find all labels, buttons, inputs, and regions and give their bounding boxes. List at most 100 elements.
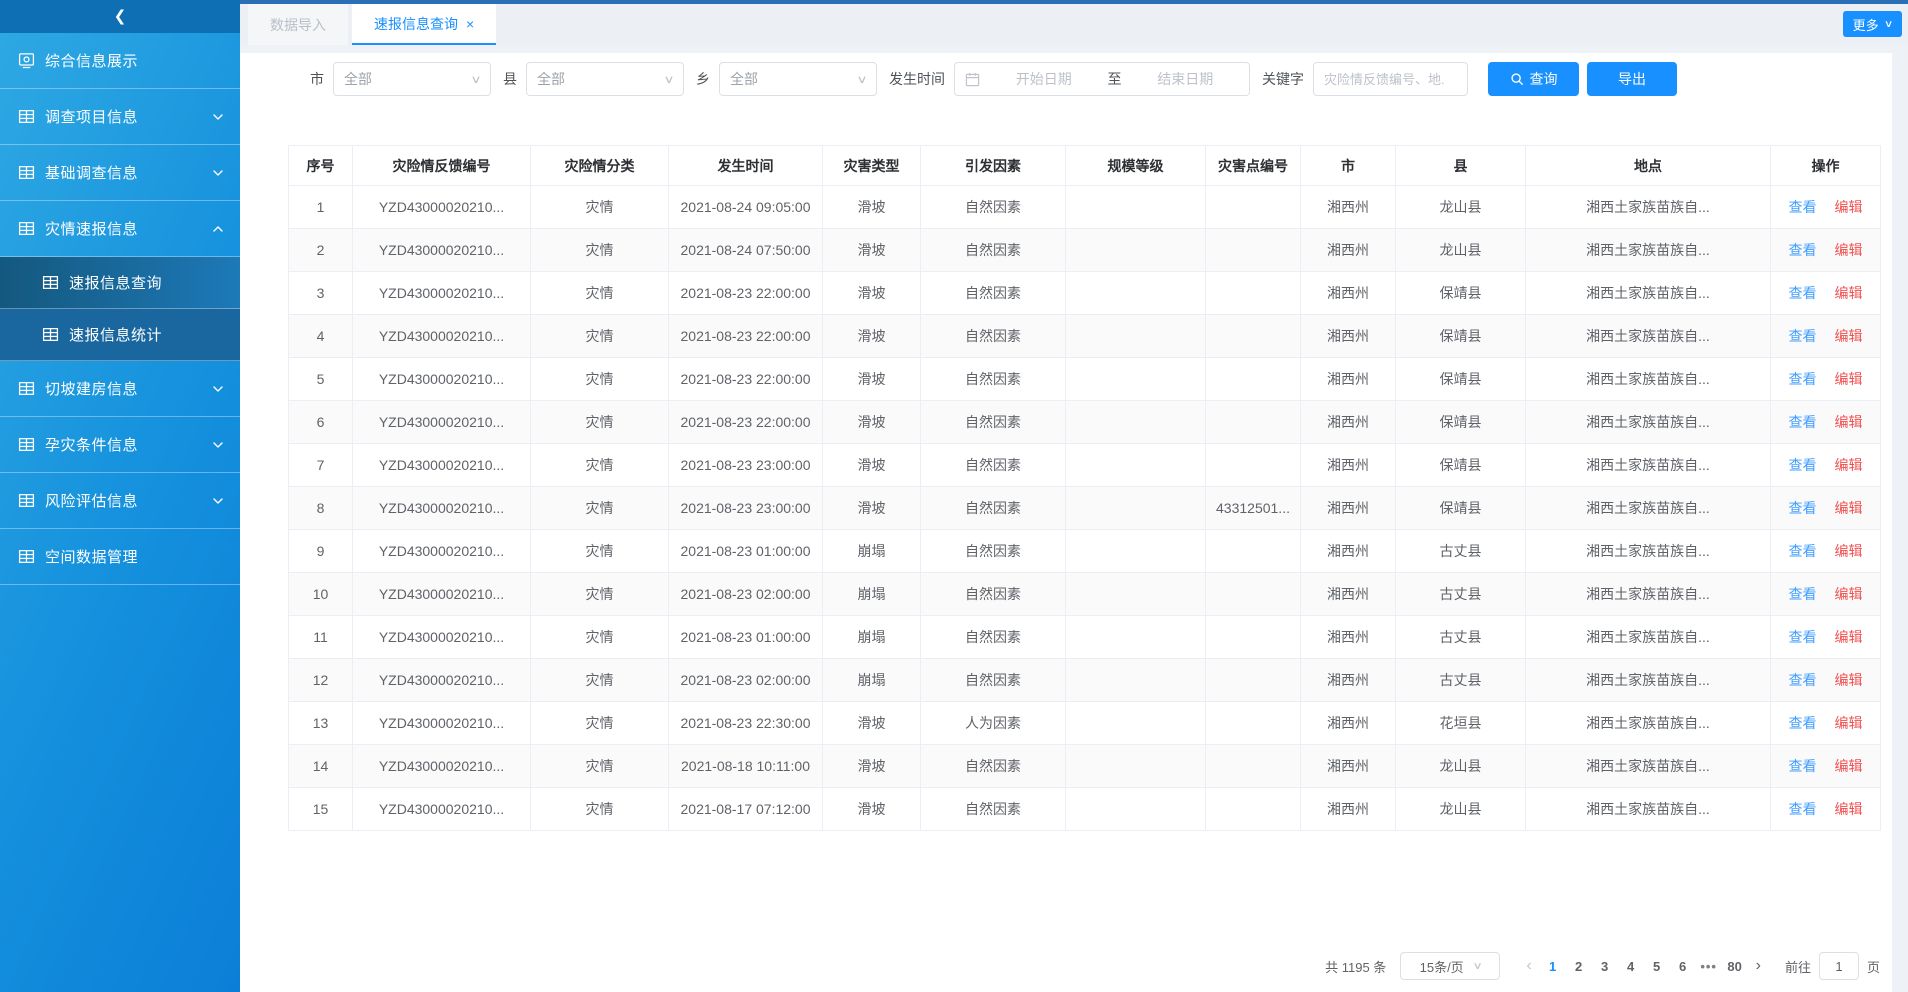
county-select-value: 全部	[537, 69, 565, 89]
column-header: 灾害类型	[823, 146, 921, 186]
sidebar-item[interactable]: 综合信息展示	[0, 33, 240, 89]
cell-actions: 查看 编辑	[1771, 659, 1881, 702]
table-icon	[18, 164, 35, 181]
cell-time: 2021-08-23 02:00:00	[669, 573, 823, 616]
edit-link[interactable]: 编辑	[1835, 629, 1863, 645]
cell-type: 滑坡	[823, 186, 921, 229]
column-header: 引发因素	[921, 146, 1066, 186]
cell-point_code	[1206, 186, 1301, 229]
sidebar-item[interactable]: 空间数据管理	[0, 529, 240, 585]
view-link[interactable]: 查看	[1789, 801, 1817, 817]
chevron-down-icon: ∨	[1472, 961, 1482, 972]
cell-time: 2021-08-23 02:00:00	[669, 659, 823, 702]
pagination-page[interactable]: 4	[1618, 959, 1644, 974]
cell-code: YZD43000020210...	[353, 530, 531, 573]
cell-seq: 15	[289, 788, 353, 831]
edit-link[interactable]: 编辑	[1835, 371, 1863, 387]
view-link[interactable]: 查看	[1789, 758, 1817, 774]
tab-data-import[interactable]: 数据导入	[248, 4, 348, 45]
export-button[interactable]: 导出	[1587, 62, 1677, 96]
edit-link[interactable]: 编辑	[1835, 586, 1863, 602]
cell-city: 湘西州	[1301, 745, 1396, 788]
view-link[interactable]: 查看	[1789, 543, 1817, 559]
edit-link[interactable]: 编辑	[1835, 715, 1863, 731]
town-filter-label: 乡	[696, 69, 710, 89]
view-link[interactable]: 查看	[1789, 371, 1817, 387]
pagination-page[interactable]: 80	[1722, 959, 1748, 974]
pagination-page[interactable]: 2	[1566, 959, 1592, 974]
town-select[interactable]: 全部 ∨	[719, 62, 877, 96]
keyword-input[interactable]	[1313, 62, 1468, 96]
close-icon[interactable]: ×	[466, 17, 474, 31]
view-link[interactable]: 查看	[1789, 715, 1817, 731]
cell-actions: 查看 编辑	[1771, 616, 1881, 659]
view-link[interactable]: 查看	[1789, 328, 1817, 344]
cell-county: 保靖县	[1396, 315, 1526, 358]
page-size-select[interactable]: 15条/页 ∨	[1400, 952, 1500, 980]
edit-link[interactable]: 编辑	[1835, 242, 1863, 258]
view-link[interactable]: 查看	[1789, 199, 1817, 215]
sidebar-item[interactable]: 灾情速报信息	[0, 201, 240, 257]
edit-link[interactable]: 编辑	[1835, 328, 1863, 344]
view-link[interactable]: 查看	[1789, 457, 1817, 473]
edit-link[interactable]: 编辑	[1835, 414, 1863, 430]
cell-county: 保靖县	[1396, 487, 1526, 530]
pagination-page[interactable]: 6	[1670, 959, 1696, 974]
tab-bar: 数据导入 速报信息查询 × 更多 ∨	[240, 4, 1908, 45]
cell-county: 保靖县	[1396, 272, 1526, 315]
cell-actions: 查看 编辑	[1771, 788, 1881, 831]
cell-actions: 查看 编辑	[1771, 702, 1881, 745]
cell-point_code	[1206, 358, 1301, 401]
edit-link[interactable]: 编辑	[1835, 285, 1863, 301]
sidebar-item[interactable]: 孕灾条件信息	[0, 417, 240, 473]
sidebar-item[interactable]: 调查项目信息	[0, 89, 240, 145]
view-link[interactable]: 查看	[1789, 500, 1817, 516]
sidebar-subitem[interactable]: 速报信息统计	[0, 309, 240, 361]
view-link[interactable]: 查看	[1789, 285, 1817, 301]
next-page-button[interactable]: ›	[1748, 957, 1769, 975]
edit-link[interactable]: 编辑	[1835, 801, 1863, 817]
view-link[interactable]: 查看	[1789, 586, 1817, 602]
cell-seq: 2	[289, 229, 353, 272]
cell-city: 湘西州	[1301, 530, 1396, 573]
pagination-page[interactable]: 5	[1644, 959, 1670, 974]
cell-code: YZD43000020210...	[353, 659, 531, 702]
cell-actions: 查看 编辑	[1771, 401, 1881, 444]
edit-link[interactable]: 编辑	[1835, 758, 1863, 774]
county-select[interactable]: 全部 ∨	[526, 62, 684, 96]
pagination-page[interactable]: 1	[1540, 959, 1566, 974]
sidebar-item[interactable]: 风险评估信息	[0, 473, 240, 529]
cell-type: 滑坡	[823, 229, 921, 272]
sidebar-item[interactable]: 基础调查信息	[0, 145, 240, 201]
more-button[interactable]: 更多 ∨	[1843, 11, 1902, 37]
table-row: 12YZD43000020210...灾情2021-08-23 02:00:00…	[289, 659, 1881, 702]
sidebar-subitem[interactable]: 速报信息查询	[0, 257, 240, 309]
edit-link[interactable]: 编辑	[1835, 199, 1863, 215]
city-select[interactable]: 全部 ∨	[333, 62, 491, 96]
cell-scale	[1066, 358, 1206, 401]
edit-link[interactable]: 编辑	[1835, 457, 1863, 473]
cell-scale	[1066, 315, 1206, 358]
cell-cause: 自然因素	[921, 401, 1066, 444]
view-link[interactable]: 查看	[1789, 672, 1817, 688]
cell-point_code	[1206, 272, 1301, 315]
edit-link[interactable]: 编辑	[1835, 543, 1863, 559]
search-button[interactable]: 查询	[1488, 62, 1579, 96]
view-link[interactable]: 查看	[1789, 414, 1817, 430]
edit-link[interactable]: 编辑	[1835, 672, 1863, 688]
view-link[interactable]: 查看	[1789, 242, 1817, 258]
sidebar-item[interactable]: 切坡建房信息	[0, 361, 240, 417]
goto-page-input[interactable]	[1819, 952, 1859, 980]
date-range-picker[interactable]: 开始日期 至 结束日期	[954, 62, 1250, 96]
prev-page-button[interactable]: ‹	[1518, 957, 1539, 975]
city-select-value: 全部	[344, 69, 372, 89]
table-row: 14YZD43000020210...灾情2021-08-18 10:11:00…	[289, 745, 1881, 788]
pagination-pages: 123456•••80	[1540, 959, 1748, 974]
collapse-sidebar-icon[interactable]: ❮	[114, 9, 127, 24]
cell-category: 灾情	[531, 229, 669, 272]
edit-link[interactable]: 编辑	[1835, 500, 1863, 516]
view-link[interactable]: 查看	[1789, 629, 1817, 645]
tab-report-query[interactable]: 速报信息查询 ×	[352, 4, 496, 45]
pagination-page[interactable]: 3	[1592, 959, 1618, 974]
county-filter-label: 县	[503, 69, 517, 89]
